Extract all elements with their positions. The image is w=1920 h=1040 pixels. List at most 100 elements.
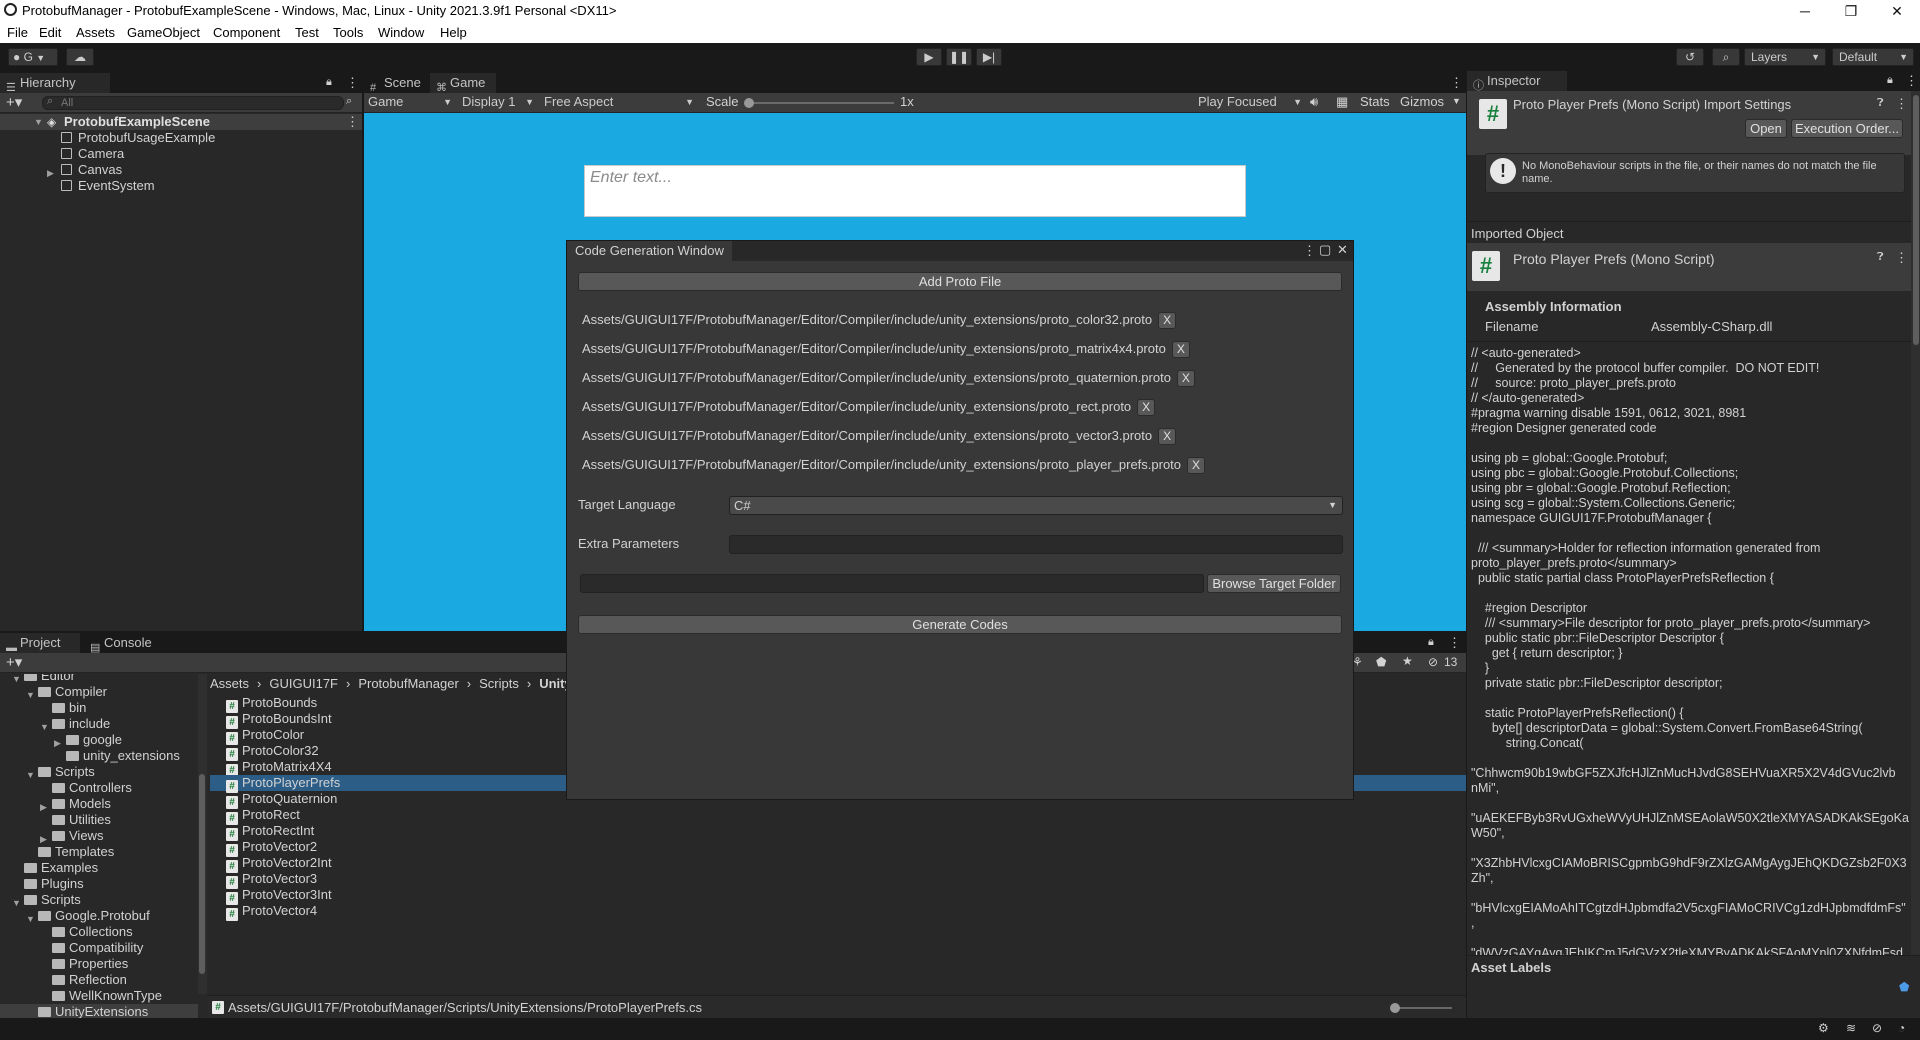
scale-slider-thumb[interactable] xyxy=(744,98,754,108)
label-tag-icon[interactable]: ⬟ xyxy=(1899,980,1909,994)
folder-tree-item[interactable]: Controllers xyxy=(0,780,198,796)
target-folder-input[interactable] xyxy=(580,574,1204,593)
aspect-dropdown[interactable]: Free Aspect ▼ xyxy=(544,93,694,111)
label-icon[interactable]: ⬟ xyxy=(1376,655,1386,669)
folder-tree-item[interactable]: ▼ Compiler xyxy=(0,684,198,700)
asset-file-item[interactable]: # ProtoVector3 xyxy=(210,871,1466,889)
add-proto-file-button[interactable]: Add Proto File xyxy=(578,272,1342,291)
gizmos-button[interactable]: Gizmos xyxy=(1400,94,1444,109)
folder-tree-item[interactable]: UnityExtensions xyxy=(0,1004,198,1018)
hidden-packages-icon[interactable]: ⊘ xyxy=(1428,655,1438,669)
target-language-dropdown[interactable]: C# ▼ xyxy=(729,496,1343,515)
scene-visibility-icon[interactable]: ⌕ xyxy=(346,95,352,108)
debug-icon[interactable]: ⚙ xyxy=(1818,1021,1829,1035)
folder-tree-item[interactable]: Utilities xyxy=(0,812,198,828)
keyboard-icon[interactable]: ▦ xyxy=(1336,94,1348,110)
tab-hierarchy[interactable]: ☰ Hierarchy xyxy=(0,73,110,94)
lock-icon[interactable]: 🔒︎ xyxy=(1887,74,1893,87)
menu-edit[interactable]: Edit xyxy=(39,25,61,40)
pause-button[interactable]: ❚❚ xyxy=(946,48,972,66)
text-input-field[interactable]: Enter text... xyxy=(584,165,1246,217)
menu-help[interactable]: Help xyxy=(440,25,467,40)
tab-game[interactable]: ⌘ Game xyxy=(430,73,496,94)
slider-thumb[interactable] xyxy=(1390,1003,1400,1013)
breadcrumb-item[interactable]: ProtobufManager xyxy=(358,676,458,691)
help-icon[interactable]: ❓︎ xyxy=(1877,251,1884,264)
tab-console[interactable]: ▤ Console xyxy=(84,633,164,654)
folder-tree-item[interactable]: Examples xyxy=(0,860,198,876)
cloud-button[interactable]: ☁ xyxy=(66,48,94,66)
kebab-menu-icon[interactable]: ⋮ xyxy=(1448,635,1461,651)
menu-file[interactable]: File xyxy=(7,25,28,40)
hierarchy-item[interactable]: ProtobufUsageExample xyxy=(61,130,215,146)
expand-arrow-icon[interactable]: ▼ xyxy=(34,117,43,127)
folder-tree-item[interactable]: Reflection xyxy=(0,972,198,988)
scrollbar-thumb[interactable] xyxy=(1913,95,1919,345)
remove-proto-file-button[interactable]: X xyxy=(1137,399,1156,416)
folder-tree-item[interactable]: Collections xyxy=(0,924,198,940)
folder-tree-item[interactable]: ▶ google xyxy=(0,732,198,748)
maximize-button[interactable]: ❐ xyxy=(1828,0,1874,22)
help-icon[interactable]: ❓︎ xyxy=(1877,97,1884,110)
asset-file-item[interactable]: # ProtoRect xyxy=(210,807,1466,825)
display-dropdown[interactable]: Display 1 ▼ xyxy=(462,93,534,111)
tree-scrollbar[interactable] xyxy=(198,674,207,994)
breadcrumb-item[interactable]: Scripts xyxy=(479,676,519,691)
play-button[interactable]: ▶ xyxy=(916,48,942,66)
account-dropdown[interactable]: ● G ▼ xyxy=(8,48,58,66)
folder-tree-item[interactable]: ▼ Google.Protobuf xyxy=(0,908,198,924)
scene-row[interactable]: ▼ ◈ ProtobufExampleScene ⋮ xyxy=(0,114,362,130)
remove-proto-file-button[interactable]: X xyxy=(1176,370,1195,387)
search-input[interactable]: ⌕ All xyxy=(42,95,344,110)
menu-tools[interactable]: Tools xyxy=(333,25,363,40)
tab-project[interactable]: ▬ Project xyxy=(0,633,80,654)
folder-tree-item[interactable]: WellKnownType xyxy=(0,988,198,1004)
kebab-menu-icon[interactable]: ⋮ xyxy=(1895,250,1908,266)
remove-proto-file-button[interactable]: X xyxy=(1158,428,1177,445)
close-button[interactable]: ✕ xyxy=(1874,0,1920,22)
execution-order-button[interactable]: Execution Order... xyxy=(1791,119,1903,138)
maximize-icon[interactable]: ▢ xyxy=(1319,242,1331,258)
hierarchy-item[interactable]: ▶ Canvas xyxy=(47,162,122,178)
breadcrumb-item[interactable]: GUIGUI17F xyxy=(269,676,338,691)
undo-history-button[interactable]: ↺ xyxy=(1676,48,1704,66)
step-button[interactable]: ▶| xyxy=(976,48,1002,66)
layout-dropdown[interactable]: Default ▼ xyxy=(1832,48,1914,66)
folder-tree-item[interactable]: ▼ Scripts xyxy=(0,764,198,780)
menu-test[interactable]: Test xyxy=(295,25,319,40)
game-view-dropdown[interactable]: Game ▼ xyxy=(368,93,456,111)
layers-dropdown[interactable]: Layers ▼ xyxy=(1744,48,1826,66)
asset-file-item[interactable]: # ProtoVector2 xyxy=(210,839,1466,857)
generate-codes-button[interactable]: Generate Codes xyxy=(578,615,1342,634)
stats-button[interactable]: Stats xyxy=(1360,94,1390,109)
folder-tree-item[interactable]: ▼ include xyxy=(0,716,198,732)
progress-icon[interactable]: ◔ xyxy=(1898,1021,1905,1035)
extra-parameters-input[interactable] xyxy=(729,535,1343,554)
kebab-menu-icon[interactable]: ⋮ xyxy=(1895,96,1908,112)
lock-icon[interactable]: 🔒︎ xyxy=(326,76,332,89)
kebab-menu-icon[interactable]: ⋮ xyxy=(346,114,359,130)
folder-tree-item[interactable]: unity_extensions xyxy=(0,748,198,764)
scrollbar-thumb[interactable] xyxy=(199,774,205,974)
cache-server-icon[interactable]: ≋ xyxy=(1846,1021,1856,1035)
folder-tree-item[interactable]: Compatibility xyxy=(0,940,198,956)
search-button[interactable]: ⌕ xyxy=(1712,48,1740,66)
breadcrumb-item[interactable]: Assets xyxy=(210,676,249,691)
auto-generate-lighting-icon[interactable]: ⊘ xyxy=(1872,1021,1882,1035)
menu-gameobject[interactable]: GameObject xyxy=(127,25,200,40)
minimize-button[interactable]: ─ xyxy=(1782,0,1828,22)
folder-tree-item[interactable]: ▼ Editor xyxy=(0,674,198,684)
asset-file-item[interactable]: # ProtoVector2Int xyxy=(210,855,1466,873)
remove-proto-file-button[interactable]: X xyxy=(1171,341,1190,358)
remove-proto-file-button[interactable]: X xyxy=(1158,312,1177,329)
expand-arrow-icon[interactable]: ▶ xyxy=(47,165,54,181)
open-button[interactable]: Open xyxy=(1745,119,1787,138)
scale-slider[interactable] xyxy=(744,98,894,108)
codegen-tab[interactable]: Code Generation Window xyxy=(567,241,732,261)
kebab-menu-icon[interactable]: ⋮ xyxy=(1303,243,1316,259)
menu-assets[interactable]: Assets xyxy=(76,25,115,40)
tab-inspector[interactable]: ⓘ Inspector xyxy=(1467,71,1567,92)
add-icon[interactable]: +▾ xyxy=(6,93,22,111)
play-focused-dropdown[interactable]: Play Focused ▼ xyxy=(1198,93,1302,111)
favorite-icon[interactable]: ★ xyxy=(1402,654,1413,668)
